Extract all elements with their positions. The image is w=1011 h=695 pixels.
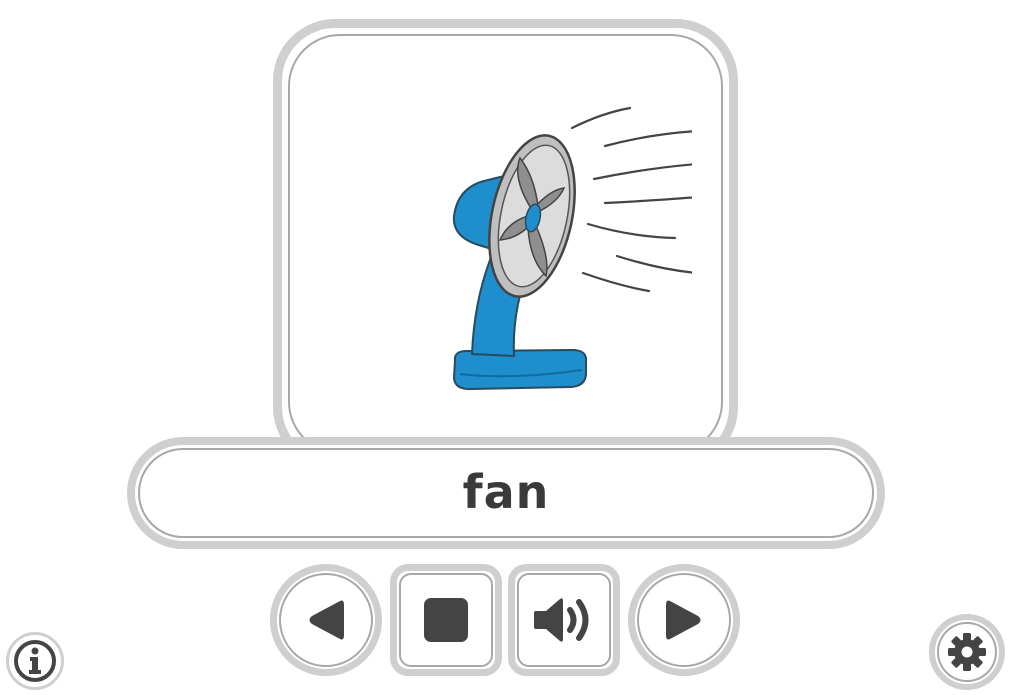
desk-fan-icon xyxy=(452,106,692,391)
word-bar: fan xyxy=(127,437,885,549)
wind-lines xyxy=(570,106,692,293)
speaker-icon xyxy=(534,598,589,642)
info-button[interactable] xyxy=(6,632,64,690)
previous-button[interactable] xyxy=(270,564,382,676)
triangle-left-icon xyxy=(309,600,344,640)
play-audio-button[interactable] xyxy=(508,564,620,676)
picture-card xyxy=(273,19,738,469)
word-bar-frame: fan xyxy=(138,448,874,538)
word-label: fan xyxy=(462,465,550,519)
triangle-right-icon xyxy=(666,600,701,640)
settings-button-ring xyxy=(937,622,997,682)
info-icon xyxy=(14,640,56,682)
settings-button[interactable] xyxy=(929,614,1005,690)
stop-square-icon xyxy=(424,598,468,642)
stop-button[interactable] xyxy=(390,564,502,676)
next-button[interactable] xyxy=(628,564,740,676)
